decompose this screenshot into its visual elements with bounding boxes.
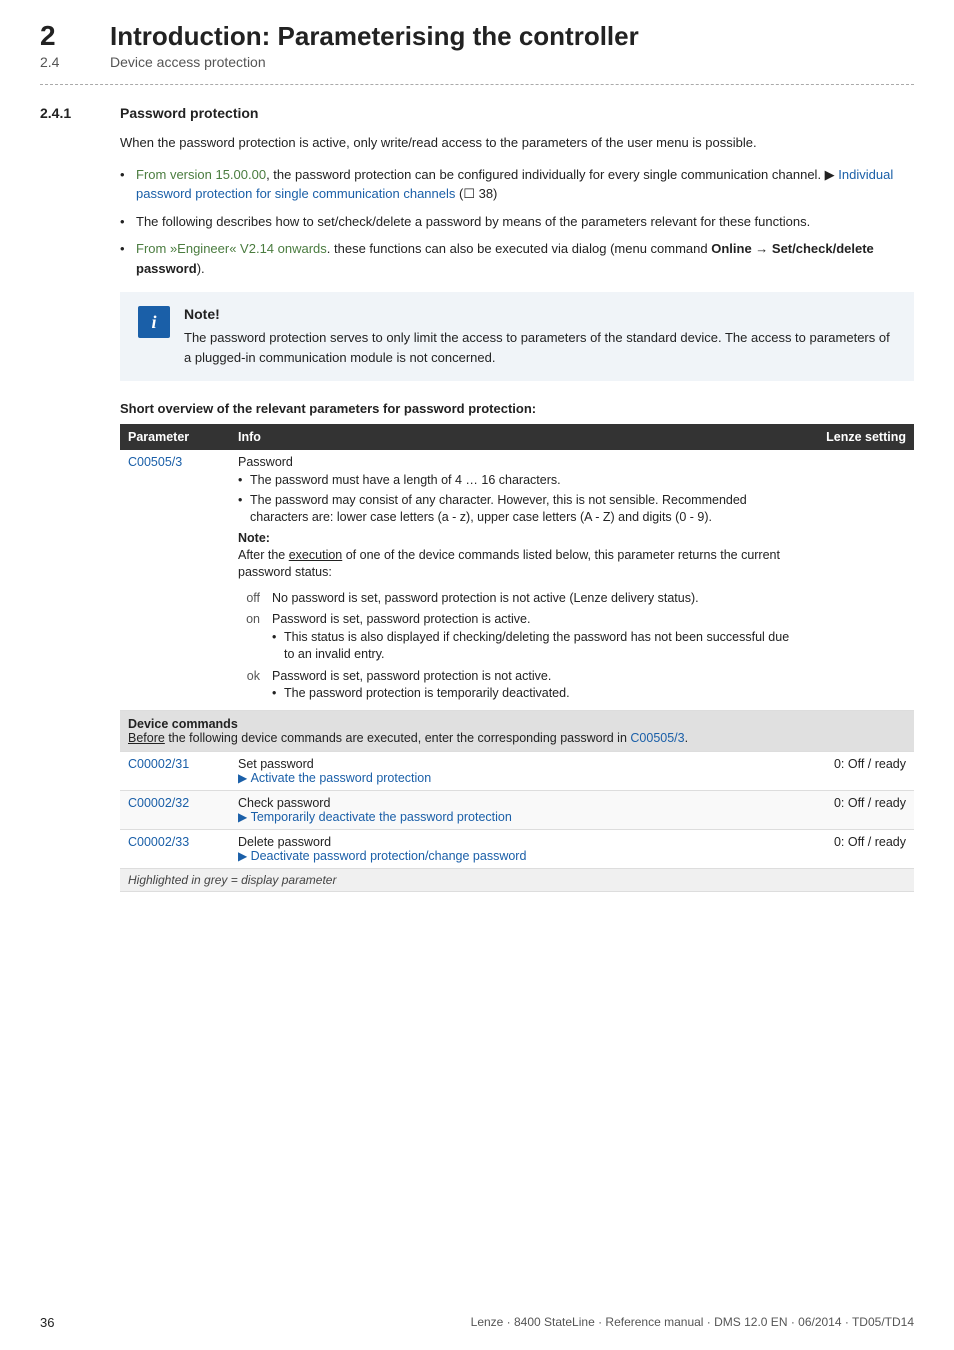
intro-text: When the password protection is active, … (120, 133, 914, 153)
param-link[interactable]: C00002/33 (128, 835, 189, 849)
lenze-cell: 0: Off / ready (804, 751, 914, 790)
cmd-title: Delete password (238, 835, 796, 849)
overview-label: Short overview of the relevant parameter… (120, 401, 914, 416)
status-label: ok (238, 666, 268, 705)
footer-text: Lenze · 8400 StateLine · Reference manua… (471, 1315, 914, 1330)
chapter-number: 2 (40, 20, 80, 52)
table-row: C00002/33 Delete password ▶ Deactivate p… (120, 829, 914, 868)
note-content: Note! The password protection serves to … (184, 306, 896, 367)
note-execution: After the execution of one of the device… (238, 547, 796, 582)
info-cell: Delete password ▶ Deactivate password pr… (230, 829, 804, 868)
section-heading: 2.4.1 Password protection (40, 105, 914, 121)
status-row-on: on Password is set, password protection … (238, 609, 796, 666)
col-header-parameter: Parameter (120, 424, 230, 450)
cmd-link: ▶ Activate the password protection (238, 771, 796, 785)
bullet-item: •The password must have a length of 4 … … (238, 472, 796, 490)
device-commands-label: Device commands (128, 717, 238, 731)
chapter-title: Introduction: Parameterising the control… (110, 21, 639, 52)
table-footer-row: Highlighted in grey = display parameter (120, 868, 914, 891)
table-row: C00505/3 Password •The password must hav… (120, 450, 914, 710)
version-link[interactable]: From version 15.00.00 (136, 167, 266, 182)
engineer-link[interactable]: From »Engineer« V2.14 onwards (136, 241, 327, 256)
page-footer: 36 Lenze · 8400 StateLine · Reference ma… (0, 1315, 954, 1330)
lenze-cell: 0: Off / ready (804, 829, 914, 868)
list-item: From »Engineer« V2.14 onwards. these fun… (120, 239, 914, 278)
device-commands-row: Device commands Before the following dev… (120, 710, 914, 751)
cmd-link: ▶ Deactivate password protection/change … (238, 849, 796, 863)
param-link[interactable]: C00002/31 (128, 757, 189, 771)
params-table: Parameter Info Lenze setting C00505/3 Pa… (120, 424, 914, 892)
deactivate-link[interactable]: Deactivate password protection/change pa… (251, 849, 527, 863)
device-commands-cell: Device commands Before the following dev… (120, 710, 914, 751)
device-commands-note: Before the following device commands are… (128, 731, 688, 745)
note-label: Note: (238, 531, 796, 545)
password-label: Password (238, 455, 796, 469)
status-desc: No password is set, password protection … (268, 588, 796, 610)
lenze-cell: 0: Off / ready (804, 790, 914, 829)
param-link[interactable]: C00002/32 (128, 796, 189, 810)
info-cell: Check password ▶ Temporarily deactivate … (230, 790, 804, 829)
col-header-info: Info (230, 424, 804, 450)
list-item: The following describes how to set/check… (120, 212, 914, 232)
param-cell: C00002/32 (120, 790, 230, 829)
info-icon: i (138, 306, 170, 338)
activate-link[interactable]: Activate the password protection (251, 771, 432, 785)
param-cell: C00002/31 (120, 751, 230, 790)
section-title: Password protection (120, 105, 258, 121)
temporarily-deactivate-link[interactable]: Temporarily deactivate the password prot… (251, 810, 512, 824)
page-header: 2 Introduction: Parameterising the contr… (40, 20, 914, 70)
status-sub-table: off No password is set, password protect… (238, 588, 796, 705)
status-desc: Password is set, password protection is … (268, 666, 796, 705)
note-box: i Note! The password protection serves t… (120, 292, 914, 381)
param-link[interactable]: C00505/3 (128, 455, 182, 469)
table-row: C00002/32 Check password ▶ Temporarily d… (120, 790, 914, 829)
subchapter-title: Device access protection (110, 54, 266, 70)
param-cell: C00505/3 (120, 450, 230, 710)
section-number: 2.4.1 (40, 105, 100, 121)
status-row-ok: ok Password is set, password protection … (238, 666, 796, 705)
separator (40, 84, 914, 85)
cmd-title: Set password (238, 757, 796, 771)
info-cell: Password •The password must have a lengt… (230, 450, 804, 710)
bullet-list: From version 15.00.00, the password prot… (120, 165, 914, 279)
status-desc: Password is set, password protection is … (268, 609, 796, 666)
status-row-off: off No password is set, password protect… (238, 588, 796, 610)
list-item: From version 15.00.00, the password prot… (120, 165, 914, 204)
cmd-title: Check password (238, 796, 796, 810)
note-title: Note! (184, 306, 896, 322)
col-header-lenze: Lenze setting (804, 424, 914, 450)
page-number: 36 (40, 1315, 54, 1330)
param-cell: C00002/33 (120, 829, 230, 868)
cmd-link: ▶ Temporarily deactivate the password pr… (238, 810, 796, 824)
table-footer-note: Highlighted in grey = display parameter (120, 868, 914, 891)
content-area: When the password protection is active, … (120, 133, 914, 892)
status-label: off (238, 588, 268, 610)
subchapter-number: 2.4 (40, 54, 80, 70)
param-ref-link[interactable]: C00505/3 (630, 731, 684, 745)
table-row: C00002/31 Set password ▶ Activate the pa… (120, 751, 914, 790)
note-text: The password protection serves to only l… (184, 328, 896, 367)
status-label: on (238, 609, 268, 666)
bullet-item: •The password may consist of any charact… (238, 492, 796, 527)
lenze-cell (804, 450, 914, 710)
info-cell: Set password ▶ Activate the password pro… (230, 751, 804, 790)
